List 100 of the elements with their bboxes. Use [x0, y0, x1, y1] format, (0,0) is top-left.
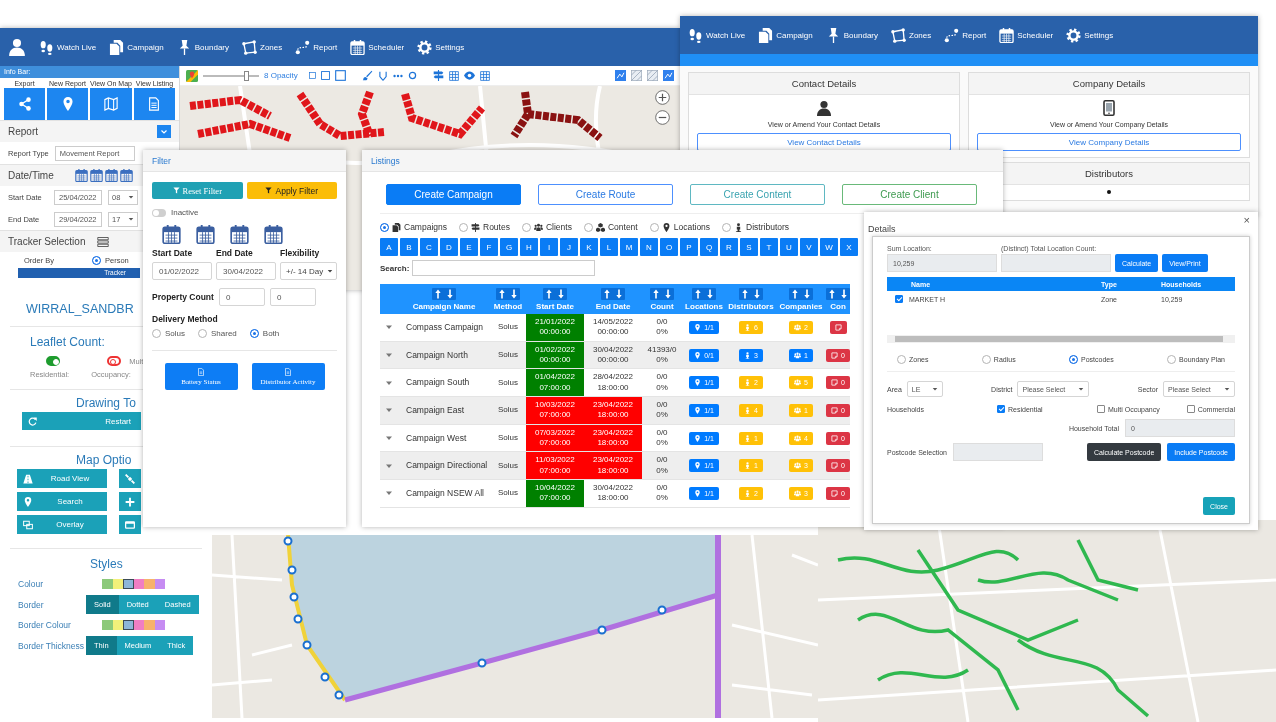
flexibility-select[interactable]: +/- 14 Day: [280, 262, 337, 280]
property-max-field[interactable]: 0: [269, 288, 316, 306]
radio-button[interactable]: [1069, 355, 1078, 364]
restart-button[interactable]: Restart: [22, 412, 141, 430]
nav-item[interactable]: Campaign: [758, 27, 813, 43]
sort-icon[interactable]: [601, 287, 625, 300]
letter-filter-button[interactable]: D: [440, 238, 458, 256]
slider-thumb[interactable]: [243, 70, 249, 81]
vertex-marker[interactable]: [289, 592, 299, 602]
letter-filter-button[interactable]: W: [820, 238, 838, 256]
map-option-button[interactable]: Overlay: [17, 515, 107, 534]
letter-filter-button[interactable]: P: [680, 238, 698, 256]
nav-item[interactable]: Boundary: [176, 39, 229, 55]
create-button[interactable]: Create Route: [538, 184, 673, 205]
radio-button[interactable]: [152, 329, 161, 338]
checkbox[interactable]: [895, 295, 903, 303]
content-button[interactable]: [829, 320, 847, 334]
apply-filter-button[interactable]: Apply Filter: [246, 182, 337, 199]
letter-filter-button[interactable]: G: [500, 238, 518, 256]
sort-icon[interactable]: [826, 287, 850, 300]
vertex-marker[interactable]: [597, 625, 607, 635]
property-min-field[interactable]: 0: [218, 288, 265, 306]
sort-icon[interactable]: [543, 287, 567, 300]
letter-filter-button[interactable]: B: [400, 238, 418, 256]
calendar-icon[interactable]: [264, 225, 283, 244]
reset-filter-button[interactable]: Reset Filter: [152, 182, 243, 199]
square-icon[interactable]: [334, 70, 346, 81]
list-icon[interactable]: [97, 235, 110, 248]
colour-swatch[interactable]: [102, 579, 113, 590]
radio-button[interactable]: [198, 329, 207, 338]
radio-button[interactable]: [722, 222, 732, 232]
circle-icon[interactable]: [407, 71, 417, 80]
letter-filter-button[interactable]: J: [560, 238, 578, 256]
calendar-icon[interactable]: [230, 225, 249, 244]
signpost-icon[interactable]: [432, 70, 444, 81]
colour-swatch[interactable]: [102, 620, 113, 631]
letter-filter-button[interactable]: M: [620, 238, 638, 256]
colour-swatch[interactable]: [123, 620, 134, 631]
map-layer-icon[interactable]: [615, 70, 626, 81]
letter-filter-button[interactable]: C: [420, 238, 438, 256]
view-details-button[interactable]: View Company Details: [977, 133, 1241, 151]
radio-button[interactable]: [249, 329, 259, 338]
square-icon[interactable]: [308, 72, 316, 79]
letter-filter-button[interactable]: S: [740, 238, 758, 256]
toggle-switch[interactable]: [107, 356, 122, 366]
nav-item[interactable]: Report: [295, 39, 338, 55]
colour-swatch[interactable]: [133, 620, 144, 631]
vertex-marker[interactable]: [320, 672, 330, 682]
letter-filter-button[interactable]: E: [460, 238, 478, 256]
colour-swatch[interactable]: [133, 579, 144, 590]
vertex-marker[interactable]: [293, 614, 303, 624]
sort-icon[interactable]: [692, 287, 716, 300]
brush-icon[interactable]: [361, 70, 373, 81]
start-date-field[interactable]: 01/02/2022: [152, 262, 212, 280]
toggle-switch[interactable]: [152, 208, 166, 217]
letter-filter-button[interactable]: N: [640, 238, 658, 256]
search-field[interactable]: [412, 260, 596, 276]
zoom-out-icon[interactable]: [655, 110, 670, 125]
checkbox[interactable]: [1186, 405, 1195, 413]
nav-item[interactable]: Report: [944, 27, 987, 43]
zoom-in-icon[interactable]: [655, 90, 670, 105]
radio-button[interactable]: [459, 222, 468, 232]
map-tool-button[interactable]: [119, 515, 141, 534]
user-icon[interactable]: [8, 38, 26, 56]
nav-item[interactable]: Scheduler: [350, 39, 405, 55]
letter-filter-button[interactable]: K: [580, 238, 598, 256]
create-button[interactable]: Create Campaign: [386, 184, 521, 205]
sort-icon[interactable]: [739, 287, 763, 300]
letter-filter-button[interactable]: X: [840, 238, 858, 256]
grid-icon[interactable]: [479, 70, 490, 81]
vertex-marker[interactable]: [477, 658, 487, 668]
radio-button[interactable]: [521, 222, 531, 232]
radio-button[interactable]: [583, 222, 593, 232]
nav-item[interactable]: Zones: [242, 39, 283, 55]
nav-item[interactable]: Scheduler: [999, 27, 1054, 43]
colour-swatch[interactable]: [154, 620, 165, 631]
close-button[interactable]: ×: [1243, 214, 1250, 226]
nav-item[interactable]: Campaign: [109, 39, 164, 55]
sort-icon[interactable]: [650, 287, 674, 300]
calendar-icon[interactable]: [196, 225, 215, 244]
colour-swatch[interactable]: [112, 579, 123, 590]
letter-filter-button[interactable]: T: [760, 238, 778, 256]
vertex-marker[interactable]: [283, 536, 293, 546]
create-button[interactable]: Create Client: [842, 184, 977, 205]
view-details-button[interactable]: View Contact Details: [697, 133, 951, 151]
colour-swatch[interactable]: [112, 620, 123, 631]
radio-button[interactable]: [380, 222, 389, 232]
radio-button[interactable]: [649, 222, 659, 232]
letter-filter-button[interactable]: R: [720, 238, 738, 256]
nav-item[interactable]: Watch Live: [688, 27, 746, 43]
vertex-marker[interactable]: [657, 605, 667, 615]
horizontal-scrollbar[interactable]: [887, 335, 1235, 343]
letter-filter-button[interactable]: U: [780, 238, 798, 256]
collapse-button[interactable]: [157, 125, 171, 138]
radio-button[interactable]: [897, 355, 906, 364]
radio-button[interactable]: [981, 355, 991, 364]
radio-button[interactable]: [92, 255, 101, 265]
map-tool-button[interactable]: [119, 469, 141, 488]
nav-item[interactable]: Settings: [1066, 27, 1114, 43]
nav-item[interactable]: Zones: [891, 27, 932, 43]
